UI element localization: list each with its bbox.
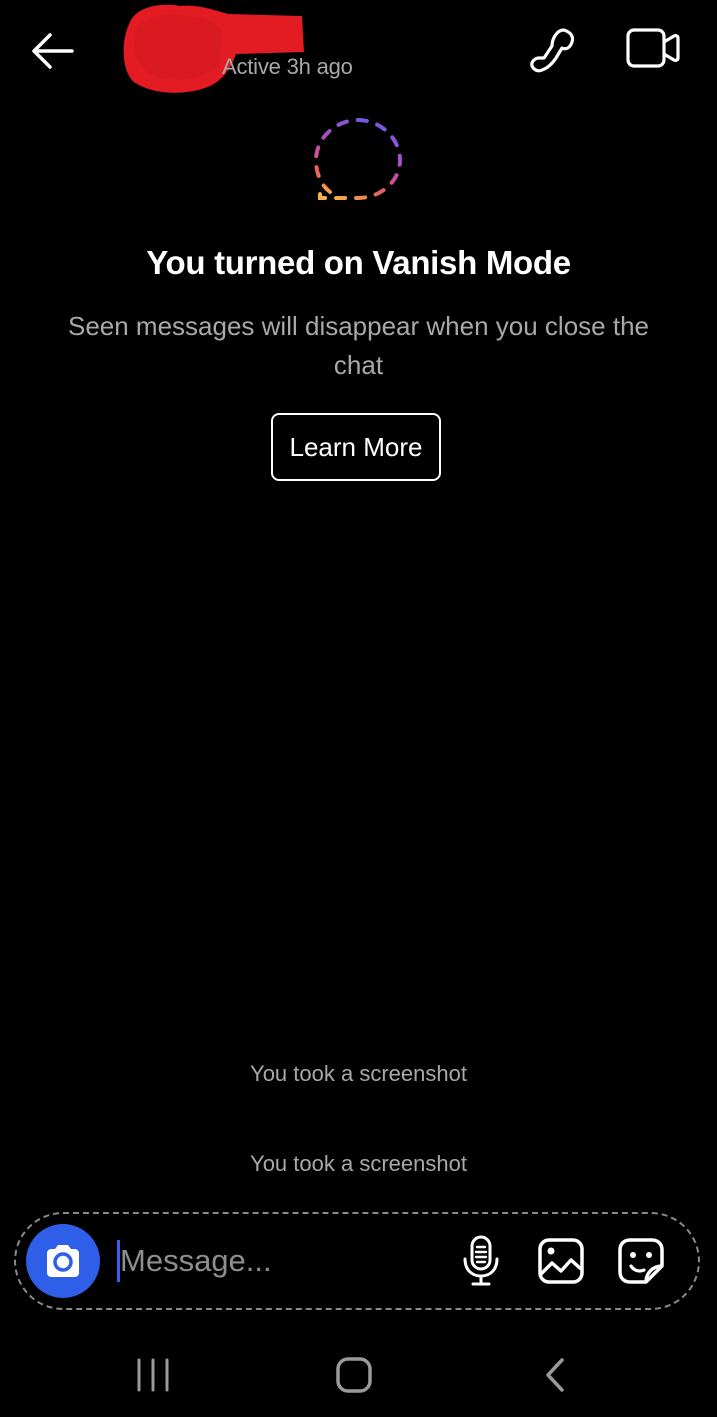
vanish-mode-description: Seen messages will disappear when you cl… [67, 311, 649, 380]
camera-icon [47, 1245, 79, 1277]
message-input[interactable] [118, 1236, 440, 1286]
gallery-button[interactable] [536, 1236, 586, 1286]
video-call-button[interactable] [624, 24, 682, 76]
camera-button[interactable] [26, 1224, 100, 1298]
home-button[interactable] [334, 1354, 376, 1396]
active-status: Active 3h ago [222, 54, 353, 79]
vanish-mode-icon [306, 110, 410, 210]
voice-message-button[interactable] [460, 1234, 502, 1288]
recents-button[interactable] [134, 1356, 172, 1394]
learn-more-button[interactable]: Learn More [271, 413, 441, 481]
home-icon [336, 1357, 372, 1393]
system-message: You took a screenshot [250, 1061, 467, 1086]
vanish-mode-title: You turned on Vanish Mode [146, 244, 571, 281]
phone-icon [530, 28, 575, 73]
system-message: You took a screenshot [250, 1151, 467, 1176]
back-button[interactable] [26, 28, 78, 74]
back-arrow-icon [32, 33, 74, 69]
voice-call-button[interactable] [526, 24, 578, 76]
microphone-icon [463, 1235, 499, 1286]
recents-icon [137, 1358, 169, 1392]
contact-name-redaction [118, 2, 304, 94]
video-camera-icon [626, 28, 680, 68]
sticker-button[interactable] [616, 1236, 666, 1286]
back-icon [546, 1358, 564, 1392]
sticker-icon [618, 1238, 664, 1284]
gallery-icon [538, 1238, 584, 1284]
system-back-button[interactable] [540, 1356, 570, 1394]
